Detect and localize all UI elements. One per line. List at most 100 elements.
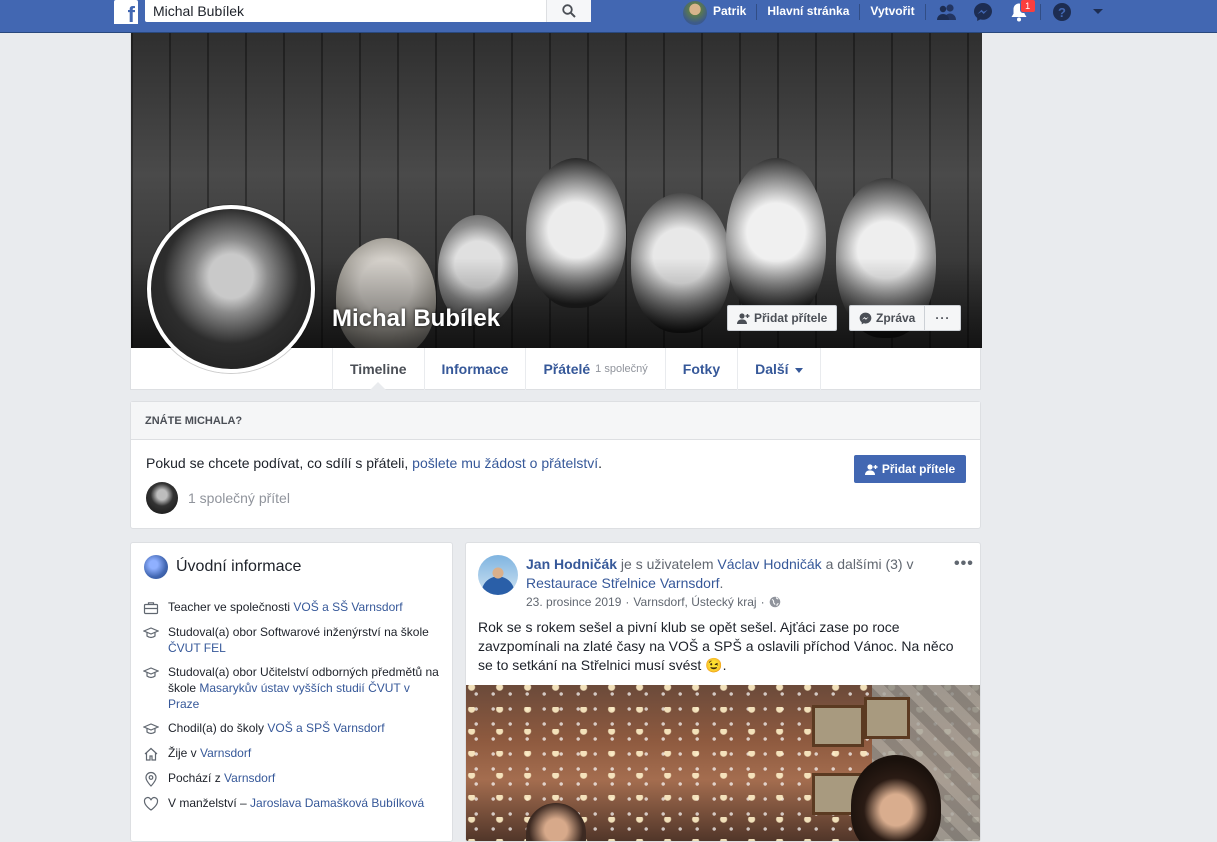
mutual-friend-avatar[interactable] — [146, 482, 178, 514]
messenger-icon — [859, 312, 872, 324]
intro-text: Žije v Varnsdorf — [168, 745, 251, 761]
nav-divider — [859, 4, 861, 20]
profile-link[interactable]: Patrik — [683, 0, 746, 25]
intro-text: Studoval(a) obor Učitelství odborných př… — [168, 664, 443, 712]
post-author-avatar[interactable] — [478, 555, 518, 595]
tab-timeline[interactable]: Timeline — [332, 348, 424, 390]
home-link[interactable]: Hlavní stránka — [767, 4, 849, 18]
help-icon[interactable]: ? — [1051, 1, 1073, 23]
intro-text-prefix: Pochází z — [168, 771, 225, 785]
post-at-text: v — [902, 556, 914, 572]
friend-requests-icon[interactable] — [936, 1, 958, 23]
search-input[interactable] — [145, 0, 546, 22]
intro-item-relationship: V manželství – Jaroslava Damašková Bubíl… — [143, 795, 443, 812]
nav-divider — [924, 4, 926, 20]
briefcase-icon — [143, 602, 159, 615]
know-text-suffix: . — [598, 455, 603, 471]
mutual-count: 1 společný — [595, 363, 648, 375]
account-menu-caret-icon[interactable] — [1087, 1, 1109, 23]
facebook-logo[interactable]: f — [114, 0, 138, 24]
add-friend-button[interactable]: Přidat přítele — [854, 455, 966, 483]
profile-picture[interactable] — [147, 205, 315, 373]
chevron-down-icon — [794, 367, 803, 373]
do-you-know-heading: ZNÁTE MICHALA? — [131, 402, 980, 440]
tagged-person-link[interactable]: Václav Hodničák — [717, 556, 821, 572]
do-you-know-card: ZNÁTE MICHALA? Pokud se chcete podívat, … — [130, 401, 981, 529]
post-location[interactable]: Varnsdorf, Ústecký kraj — [633, 595, 756, 609]
meta-separator: · — [760, 595, 765, 609]
intro-text: Teacher ve společnosti VOŠ a SŠ Varnsdor… — [168, 599, 403, 615]
search-button[interactable] — [546, 0, 591, 22]
globe-icon[interactable] — [769, 596, 781, 608]
profile-tabs: Timeline Informace Přátelé 1 společný Fot… — [332, 348, 821, 390]
graduation-cap-icon — [143, 627, 159, 639]
user-name: Patrik — [713, 4, 747, 18]
search-icon — [562, 4, 576, 18]
know-text-prefix: Pokud se chcete podívat, co sdílí s přát… — [146, 455, 413, 471]
profile-name[interactable]: Michal Bubílek — [332, 305, 500, 333]
intro-link[interactable]: VOŠ a SŠ Varnsdorf — [293, 600, 402, 614]
intro-list: Teacher ve společnosti VOŠ a SŠ Varnsdor… — [143, 599, 443, 820]
intro-link[interactable]: Masarykův ústav vyšších studií ČVUT v Pr… — [168, 681, 410, 711]
nav-divider — [756, 4, 758, 20]
send-request-link[interactable]: pošlete mu žádost o přátelství — [412, 455, 598, 471]
intro-text-prefix: Žije v — [168, 746, 201, 760]
intro-link[interactable]: Varnsdorf — [200, 746, 251, 760]
more-options-button[interactable]: ··· — [924, 306, 960, 330]
post-others-text[interactable]: a dalšími (3) — [822, 556, 903, 572]
intro-item-work: Teacher ve společnosti VOŠ a SŠ Varnsdor… — [143, 599, 443, 616]
intro-title: Úvodní informace — [176, 558, 302, 575]
photo-wall-frame — [864, 697, 910, 739]
intro-text: V manželství – Jaroslava Damašková Bubíl… — [168, 795, 424, 811]
messenger-icon[interactable] — [972, 1, 994, 23]
message-button[interactable]: Zpráva — [850, 306, 924, 330]
intro-link[interactable]: Varnsdorf — [224, 771, 275, 785]
add-friend-icon — [864, 463, 878, 475]
post-meta: 23. prosince 2019 · Varnsdorf, Ústecký k… — [526, 595, 781, 609]
intro-link[interactable]: ČVUT FEL — [168, 641, 226, 655]
cover-add-friend-button[interactable]: Přidat přítele — [727, 305, 838, 331]
top-navigation-bar: f Patrik Hlavní stránka Vytvořit — [0, 0, 1217, 33]
post-author-link[interactable]: Jan Hodničák — [526, 556, 617, 572]
mutual-friends[interactable]: 1 společný přítel — [146, 482, 290, 514]
post-body: Rok se s rokem sešel a pivní klub se opě… — [478, 619, 954, 673]
post-options-button[interactable]: ••• — [954, 555, 974, 573]
intro-text: Pochází z Varnsdorf — [168, 770, 275, 786]
intro-card: Úvodní informace Teacher ve společnosti … — [130, 542, 453, 842]
cover-add-friend-label: Přidat přítele — [754, 311, 828, 325]
graduation-cap-icon — [143, 723, 159, 735]
post-date[interactable]: 23. prosince 2019 — [526, 595, 621, 609]
svg-text:?: ? — [1058, 5, 1066, 20]
heart-icon — [143, 796, 159, 811]
tab-label: Přátelé — [543, 361, 591, 377]
intro-item-education: Studoval(a) obor Softwarové inženýrství … — [143, 624, 443, 656]
location-pin-icon — [145, 771, 157, 787]
tab-photos[interactable]: Fotky — [664, 348, 737, 390]
intro-item-lives-in: Žije v Varnsdorf — [143, 745, 443, 762]
tab-friends[interactable]: Přátelé 1 společný — [525, 348, 664, 390]
intro-item-school: Chodil(a) do školy VOŠ a SPŠ Varnsdorf — [143, 720, 443, 737]
post-photo[interactable] — [466, 685, 980, 841]
photo-wall-frame — [812, 705, 864, 747]
globe-icon — [144, 555, 168, 579]
intro-text: Studoval(a) obor Softwarové inženýrství … — [168, 624, 443, 656]
intro-text: Chodil(a) do školy VOŠ a SPŠ Varnsdorf — [168, 720, 385, 736]
tab-more[interactable]: Další — [737, 348, 821, 390]
tab-label: Informace — [441, 361, 509, 377]
meta-separator: · — [625, 595, 630, 609]
intro-link[interactable]: Jaroslava Damašková Bubílková — [250, 796, 424, 810]
post-place-end: . — [719, 575, 724, 591]
intro-text-prefix: V manželství – — [168, 796, 251, 810]
tab-label: Další — [755, 361, 789, 377]
tab-about[interactable]: Informace — [423, 348, 526, 390]
timeline-post: Jan Hodničák je s uživatelem Václav Hodn… — [465, 542, 981, 842]
notifications-icon[interactable]: 1 — [1008, 0, 1036, 23]
message-button-group: Zpráva ··· — [849, 305, 962, 331]
notification-badge: 1 — [1019, 0, 1036, 13]
intro-text-prefix: Chodil(a) do školy — [168, 721, 268, 735]
place-link[interactable]: Restaurace Střelnice Varnsdorf — [526, 575, 720, 591]
intro-link[interactable]: VOŠ a SPŠ Varnsdorf — [267, 721, 384, 735]
home-icon — [144, 747, 158, 761]
mutual-friends-text[interactable]: 1 společný přítel — [188, 490, 290, 506]
create-link[interactable]: Vytvořit — [870, 4, 914, 18]
